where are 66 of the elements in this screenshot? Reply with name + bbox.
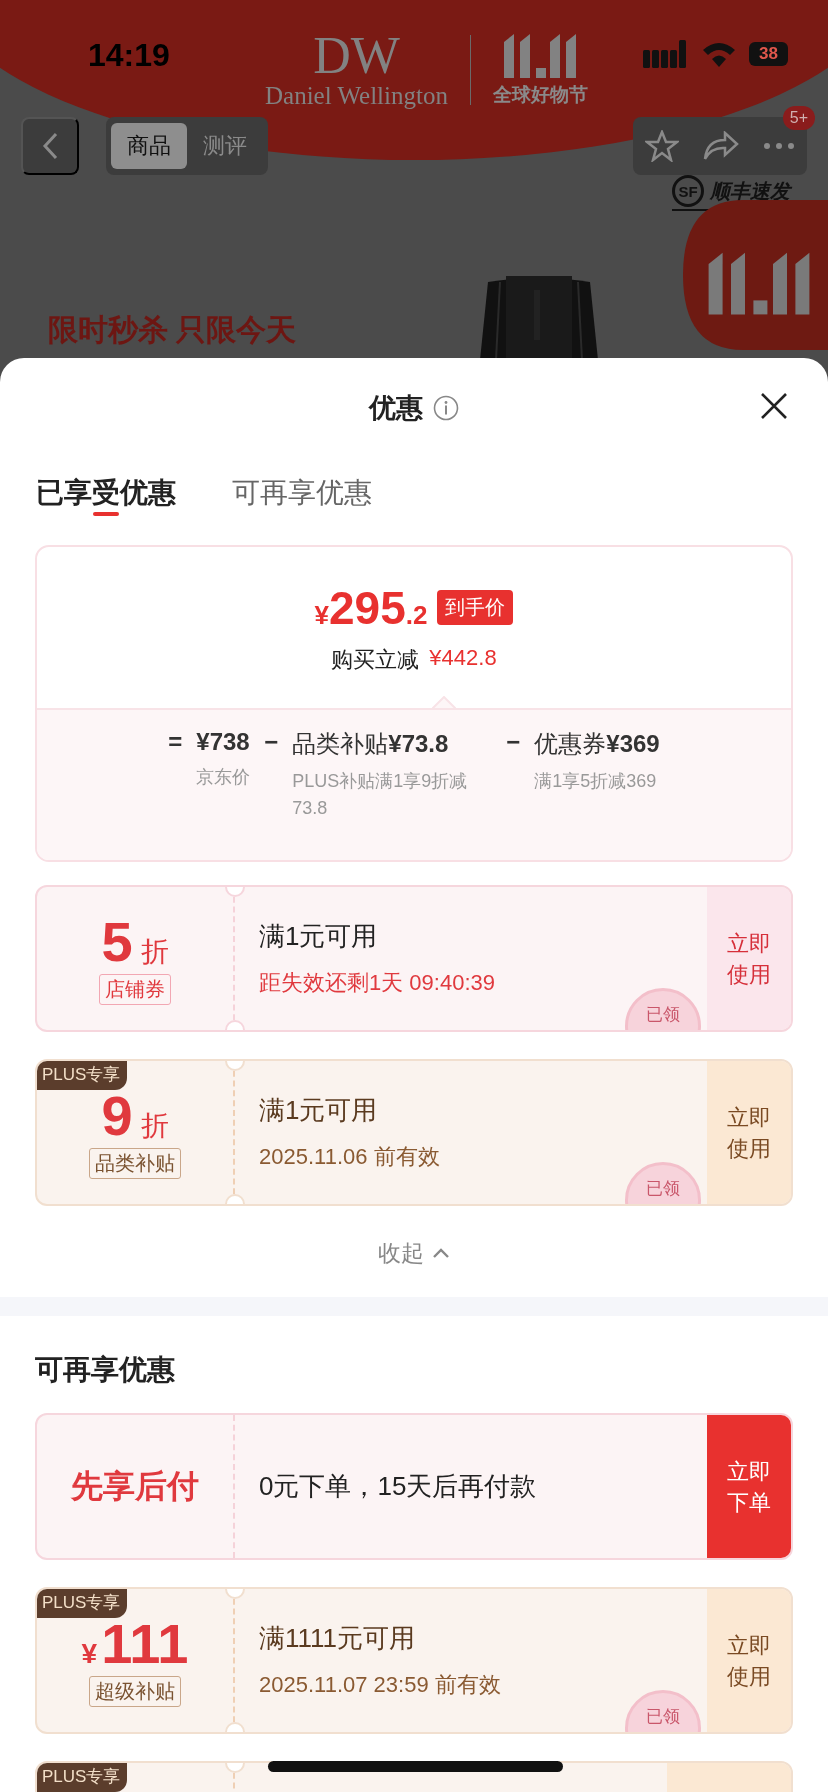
claimed-stamp: 已领 (625, 1690, 701, 1732)
discount-value: 5 (101, 912, 133, 972)
claimed-stamp: 已领 (625, 1162, 701, 1204)
price-tag: 到手价 (437, 590, 514, 625)
coupon-condition: 满1元可用 (259, 1094, 379, 1127)
use-button[interactable]: 立即使用 (707, 1589, 791, 1732)
offer-tab[interactable]: 已享受优惠 (36, 458, 176, 516)
claimed-stamp: 已领 (625, 988, 701, 1030)
offer-tab[interactable]: 可再享优惠 (232, 458, 372, 516)
price-component: ¥738 (196, 728, 251, 756)
collapse-button[interactable]: 收起 (0, 1236, 828, 1270)
final-price: 295 (329, 580, 406, 635)
price-note: PLUS补贴满1享9折减73.8 (292, 770, 469, 820)
operator-sign: − (506, 728, 521, 756)
brand-logo: DW (313, 30, 400, 82)
info-icon[interactable] (433, 395, 459, 421)
back-icon (41, 131, 59, 161)
plus-badge: PLUS专享 (37, 1061, 128, 1090)
coupon-validity: 距失效还剩1天 09:40:39 (259, 969, 496, 997)
coupon-validity: 2025.11.06 前有效 (259, 1143, 441, 1171)
brand-name: Daniel Wellington (265, 82, 448, 110)
wifi-icon (701, 40, 738, 68)
coupon-validity: 2025.11.07 23:59 前有效 (259, 1671, 502, 1699)
currency-symbol: ¥ (81, 1638, 98, 1670)
coupon-condition: 满1111元可用 (259, 1622, 417, 1655)
order-button[interactable]: 立即下单 (707, 1415, 791, 1558)
operator-sign: = (168, 728, 183, 756)
offer-title: 先享后付 (71, 1466, 199, 1506)
use-button[interactable]: 立即使用 (707, 1061, 791, 1204)
use-button[interactable]: 立即使用 (707, 887, 791, 1030)
price-note: 京东价 (196, 766, 251, 789)
product-tab[interactable]: 商品 (111, 123, 187, 169)
notification-badge: 5+ (782, 106, 815, 130)
shipping-label: 顺丰速发 (710, 178, 790, 204)
plus-badge: PLUS专享 (37, 1763, 128, 1792)
caret-up-icon (432, 1247, 450, 1259)
event-name: 全球好物节 (492, 83, 588, 107)
status-time: 14:19 (88, 37, 170, 74)
shipping-logo: SF (672, 175, 704, 207)
saving-amount: ¥442.8 (429, 644, 497, 672)
price-component: 优惠券¥369 (534, 729, 660, 759)
back-button[interactable] (21, 117, 79, 175)
battery-level: 38 (749, 42, 788, 66)
product-tab[interactable]: 测评 (187, 123, 263, 169)
plus-badge: PLUS专享 (37, 1589, 128, 1618)
coupon-condition: 满1元可用 (259, 920, 379, 953)
currency-symbol: ¥ (314, 599, 329, 631)
coupon-condition: 0元下单，15天后再付款 (259, 1470, 538, 1503)
discount-unit: 折 (140, 1109, 169, 1143)
price-note: 满1享5折减369 (534, 770, 657, 793)
share-icon[interactable] (703, 131, 739, 161)
section-title: 可再享优惠 (35, 1353, 176, 1387)
coupon-tag: 品类补贴 (89, 1148, 181, 1179)
discount-unit: 折 (140, 935, 169, 969)
sheet-title: 优惠 (369, 392, 423, 425)
star-icon[interactable] (645, 130, 679, 162)
coupon-tag: 超级补贴 (89, 1676, 181, 1707)
coupon-tag: 店铺券 (99, 974, 171, 1005)
price-decimal: .2 (405, 599, 428, 631)
event-badge-icon (683, 200, 828, 350)
price-component: 品类补贴¥73.8 (292, 729, 450, 759)
saving-label: 购买立减 (331, 645, 420, 674)
close-icon (760, 392, 788, 420)
promo-text: 限时秒杀 只限今天 (48, 312, 297, 348)
more-icon[interactable] (763, 142, 795, 150)
operator-sign: − (264, 728, 279, 756)
